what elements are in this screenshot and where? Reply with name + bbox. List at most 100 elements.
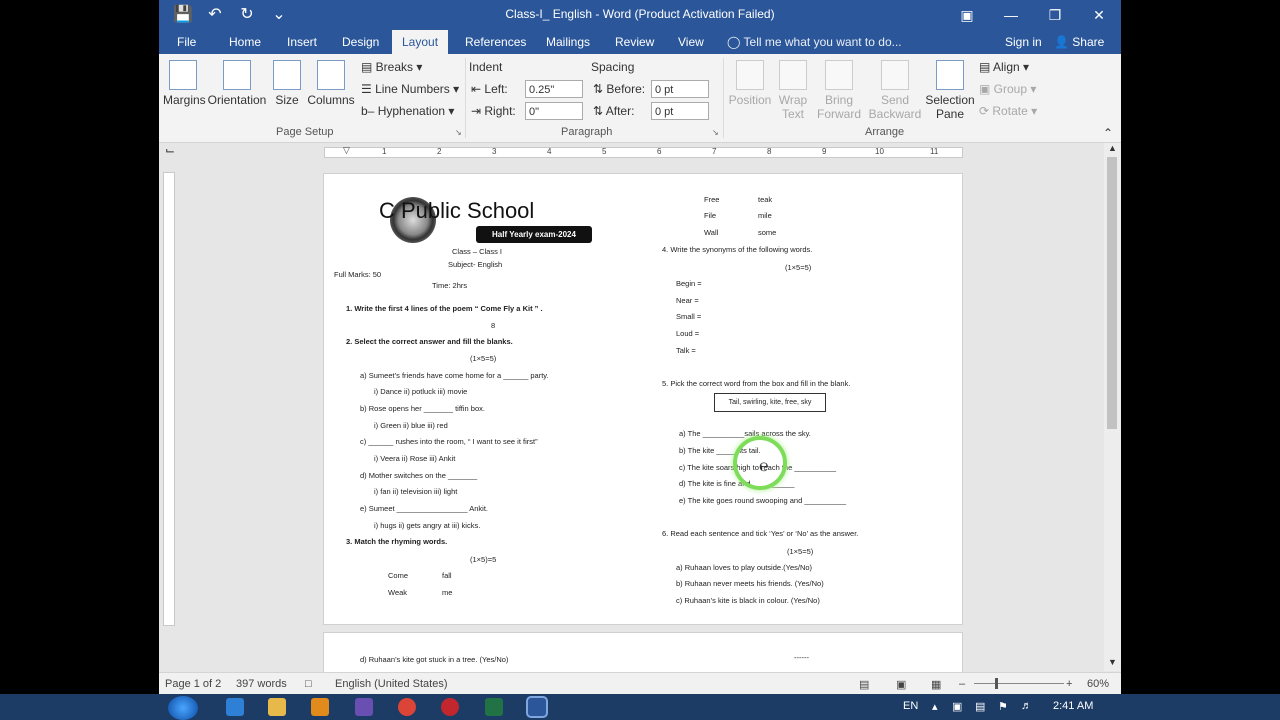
tab-review[interactable]: Review	[605, 30, 664, 54]
hyphenation-button[interactable]: b– Hyphenation ▾	[361, 104, 454, 118]
end-marker: ------	[794, 653, 809, 662]
sign-in-link[interactable]: Sign in	[1005, 30, 1042, 54]
question-2: 2. Select the correct answer and fill th…	[346, 337, 513, 346]
scroll-down-icon[interactable]: ▼	[1108, 657, 1117, 667]
excel-icon[interactable]	[485, 698, 503, 716]
zoom-slider-thumb[interactable]	[995, 678, 998, 689]
tab-mailings[interactable]: Mailings	[536, 30, 600, 54]
breaks-button[interactable]: ▤ Breaks ▾	[361, 60, 422, 74]
divider	[465, 58, 466, 138]
margins-button[interactable]: Margins	[163, 60, 206, 107]
indent-left-label: ⇤ Left:	[471, 82, 508, 96]
rotate-button[interactable]: ⟳ Rotate ▾	[979, 104, 1037, 118]
line-numbers-button[interactable]: ☰ Line Numbers ▾	[361, 82, 459, 96]
send-backward-icon	[881, 60, 909, 90]
explorer-icon[interactable]	[268, 698, 286, 716]
divider	[723, 58, 724, 138]
zoom-slider[interactable]	[974, 683, 1064, 684]
tab-selector-icon[interactable]: ⌙	[165, 143, 175, 157]
match-left-1: Come	[388, 571, 409, 580]
spacing-before-field[interactable]: 0 pt	[651, 80, 709, 98]
send-backward-button[interactable]: Send Backward	[865, 60, 925, 121]
paragraph-launcher-icon[interactable]: ↘	[712, 128, 719, 137]
position-icon	[736, 60, 764, 90]
indent-right-icon: ⇥	[471, 104, 485, 118]
question-1-marks: 8	[491, 321, 496, 330]
tab-view[interactable]: View	[668, 30, 714, 54]
minimize-icon[interactable]: —	[989, 0, 1033, 30]
language[interactable]: English (United States)	[335, 678, 448, 690]
vertical-ruler[interactable]	[163, 172, 175, 626]
ie-icon[interactable]	[226, 698, 244, 716]
question-6: 6. Read each sentence and tick ‘Yes’ or …	[662, 529, 859, 538]
bring-forward-button[interactable]: Bring Forward	[813, 60, 865, 121]
selection-pane-button[interactable]: Selection Pane	[925, 60, 975, 121]
match-right-5: some	[758, 228, 777, 237]
web-layout-icon[interactable]: ▦	[931, 678, 941, 691]
proofing-icon[interactable]: □	[305, 678, 312, 690]
opera-icon[interactable]	[441, 698, 459, 716]
q2-b-options: i) Green ii) blue iii) red	[374, 421, 448, 430]
question-6-marks: (1×5=5)	[787, 547, 814, 556]
page-setup-launcher-icon[interactable]: ↘	[455, 128, 462, 137]
orientation-icon	[223, 60, 251, 90]
exam-badge: Half Yearly exam-2024	[476, 226, 592, 243]
page-count[interactable]: Page 1 of 2	[165, 678, 221, 690]
q5-e: e) The kite goes round swooping and ____…	[679, 496, 847, 505]
language-indicator[interactable]: EN	[903, 700, 918, 712]
columns-button[interactable]: Columns	[307, 60, 355, 107]
share-button[interactable]: 👤 Share	[1054, 30, 1104, 54]
size-button[interactable]: Size	[273, 60, 301, 107]
question-4-marks: (1×5=5)	[785, 263, 812, 272]
word-count[interactable]: 397 words	[236, 678, 287, 690]
indent-left-field[interactable]: 0.25"	[525, 80, 583, 98]
spacing-after-field[interactable]: 0 pt	[651, 102, 709, 120]
tab-file[interactable]: File	[167, 30, 206, 54]
align-button[interactable]: ▤ Align ▾	[979, 60, 1029, 74]
scrollbar-thumb[interactable]	[1107, 157, 1117, 429]
read-mode-icon[interactable]: ▤	[859, 678, 869, 691]
tray-app-icon[interactable]: ▣	[952, 700, 962, 713]
ribbon-display-icon[interactable]: ▣	[945, 0, 989, 30]
tab-layout[interactable]: Layout	[392, 30, 449, 54]
tab-insert[interactable]: Insert	[277, 30, 327, 54]
vertical-scrollbar[interactable]: ▲ ▼	[1104, 143, 1121, 671]
flag-icon[interactable]: ⚑	[998, 700, 1008, 713]
match-left-4: File	[704, 211, 717, 220]
tell-me-search[interactable]: ◯ Tell me what you want to do...	[727, 30, 902, 54]
start-button[interactable]	[168, 696, 198, 720]
visual-studio-icon[interactable]	[355, 698, 373, 716]
document-page-1[interactable]: C Public School Half Yearly exam-2024 Cl…	[323, 173, 963, 625]
word-window: 💾 ↶ ↻ ⌄ Class-I_ English - Word (Product…	[159, 0, 1121, 720]
scroll-up-icon[interactable]: ▲	[1108, 143, 1117, 153]
group-button[interactable]: ▣ Group ▾	[979, 82, 1036, 96]
tray-arrow-icon[interactable]: ▴	[932, 700, 938, 713]
q2-e-options: i) hugs ii) gets angry at iii) kicks.	[374, 521, 481, 530]
spacing-heading: Spacing	[591, 60, 635, 74]
indent-right-field[interactable]: 0"	[525, 102, 583, 120]
chrome-icon[interactable]	[398, 698, 416, 716]
print-layout-icon[interactable]: ▣	[896, 678, 906, 691]
ribbon-tabs: File Home Insert Design Layout Reference…	[159, 30, 1121, 54]
volume-icon[interactable]: ♬	[1021, 700, 1032, 712]
collapse-ribbon-icon[interactable]: ⌃	[1103, 126, 1113, 140]
page-setup-group-label: Page Setup	[276, 126, 334, 138]
tab-references[interactable]: References	[455, 30, 536, 54]
zoom-in-icon[interactable]: +	[1066, 678, 1072, 690]
match-right-1: fall	[442, 571, 452, 580]
network-icon[interactable]: ▤	[975, 700, 985, 713]
indent-marker-icon[interactable]: ▽	[343, 145, 350, 156]
horizontal-ruler[interactable]: 1 2 3 4 5 6 7 8 9 10 11 ▽	[324, 145, 963, 158]
zoom-level[interactable]: 60%	[1087, 678, 1109, 690]
media-player-icon[interactable]	[311, 698, 329, 716]
position-button[interactable]: Position	[727, 60, 773, 107]
wrap-text-button[interactable]: Wrap Text	[775, 60, 811, 121]
orientation-button[interactable]: Orientation	[207, 60, 267, 107]
maximize-icon[interactable]: ❐	[1033, 0, 1077, 30]
zoom-out-icon[interactable]: –	[959, 678, 965, 690]
tab-home[interactable]: Home	[219, 30, 271, 54]
word-icon[interactable]	[526, 696, 548, 718]
tab-design[interactable]: Design	[332, 30, 389, 54]
clock[interactable]: 2:41 AM	[1053, 700, 1093, 712]
close-icon[interactable]: ✕	[1077, 0, 1121, 30]
